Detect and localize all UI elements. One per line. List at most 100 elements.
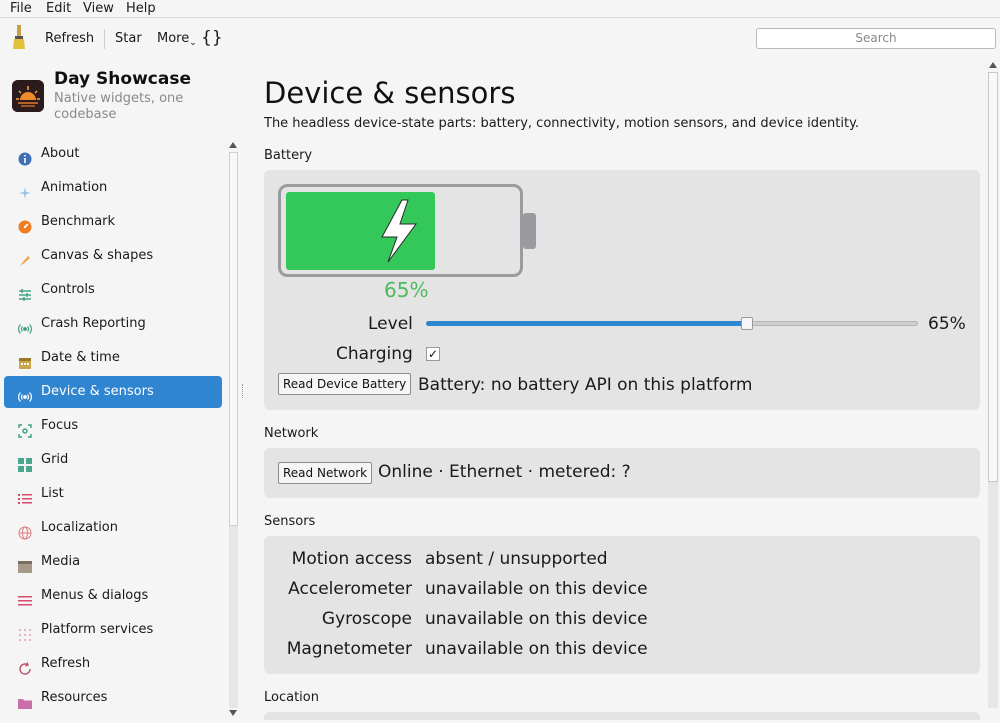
level-label: Level bbox=[368, 314, 413, 334]
sidebar-item-label: Controls bbox=[41, 282, 95, 297]
sidebar-item-label: Media bbox=[41, 554, 81, 569]
star-button[interactable]: Star bbox=[115, 19, 142, 58]
read-network-button[interactable]: Read Network bbox=[278, 462, 373, 484]
sensor-value: absent / unsupported bbox=[425, 549, 608, 569]
app-subtitle: Native widgets, one codebase bbox=[54, 91, 184, 122]
menu-icon bbox=[18, 589, 32, 606]
charging-checkbox[interactable]: ✓ bbox=[426, 347, 440, 361]
app-logo-icon bbox=[12, 80, 44, 112]
network-card: Read Network Online · Ethernet · metered… bbox=[264, 448, 980, 498]
app-title: Day Showcase bbox=[54, 69, 191, 89]
sidebar-item-label: Device & sensors bbox=[41, 384, 154, 399]
page-description: The headless device-state parts: battery… bbox=[264, 116, 860, 131]
scrollbar-thumb[interactable] bbox=[988, 72, 998, 482]
level-slider[interactable] bbox=[426, 317, 918, 330]
menu-help[interactable]: Help bbox=[126, 0, 156, 17]
sidebar-item-animation[interactable]: Animation bbox=[4, 172, 222, 204]
sidebar-item-label: Focus bbox=[41, 418, 79, 433]
sensor-value: unavailable on this device bbox=[425, 639, 648, 659]
focus-icon bbox=[18, 419, 32, 438]
sidebar-item-menus-dialogs[interactable]: Menus & dialogs bbox=[4, 580, 222, 612]
sidebar-item-label: Menus & dialogs bbox=[41, 588, 149, 603]
sidebar-item-controls[interactable]: Controls bbox=[4, 274, 222, 306]
sparkle-icon bbox=[18, 181, 32, 199]
scroll-up-arrow-icon[interactable] bbox=[989, 62, 997, 68]
sidebar: Day Showcase Native widgets, one codebas… bbox=[0, 60, 240, 720]
sidebar-item-label: About bbox=[41, 146, 80, 161]
battery-fill bbox=[286, 192, 435, 270]
read-device-battery-button[interactable]: Read Device Battery bbox=[278, 373, 412, 395]
sensor-value: unavailable on this device bbox=[425, 579, 648, 599]
menu-bar: File Edit View Help bbox=[0, 0, 1000, 18]
sliders-icon bbox=[18, 283, 32, 301]
sensors-card: Motion access absent / unsupported Accel… bbox=[264, 536, 980, 674]
sidebar-item-label: Canvas & shapes bbox=[41, 248, 154, 263]
level-slider-fill bbox=[426, 321, 746, 326]
sidebar-item-label: Animation bbox=[41, 180, 108, 195]
menu-edit[interactable]: Edit bbox=[46, 0, 71, 17]
sidebar-item-label: Grid bbox=[41, 452, 69, 467]
refresh-button[interactable]: Refresh bbox=[45, 19, 94, 58]
battery-percent-label: 65% bbox=[384, 278, 429, 302]
level-slider-thumb[interactable] bbox=[741, 317, 753, 330]
sidebar-item-label: Localization bbox=[41, 520, 118, 535]
sensor-name: Magnetometer bbox=[286, 639, 412, 659]
location-section-title: Location bbox=[264, 690, 319, 705]
broom-icon[interactable] bbox=[12, 25, 26, 51]
broadcast-icon bbox=[18, 385, 32, 402]
globe-icon bbox=[18, 521, 32, 540]
sidebar-item-label: Refresh bbox=[41, 656, 91, 671]
sidebar-item-media[interactable]: Media bbox=[4, 546, 222, 578]
sidebar-item-device-sensors[interactable]: Device & sensors bbox=[4, 376, 222, 408]
sidebar-item-list[interactable]: List bbox=[4, 478, 222, 510]
scrollbar-thumb[interactable] bbox=[229, 152, 238, 526]
sidebar-item-crash-reporting[interactable]: Crash Reporting bbox=[4, 308, 222, 340]
network-section-title: Network bbox=[264, 426, 319, 441]
battery-card: 65% Level 65% Charging ✓ Read Device Bat… bbox=[264, 170, 980, 410]
sensors-section-title: Sensors bbox=[264, 514, 316, 529]
sidebar-item-grid[interactable]: Grid bbox=[4, 444, 222, 476]
location-card bbox=[264, 712, 980, 720]
sensor-value: unavailable on this device bbox=[425, 609, 648, 629]
sidebar-item-platform-services[interactable]: Platform services bbox=[4, 614, 222, 646]
sensor-name: Motion access bbox=[291, 549, 412, 569]
more-button[interactable]: More⌄ bbox=[157, 19, 197, 60]
sidebar-item-label: Resources bbox=[41, 690, 108, 705]
main-content: Device & sensors The headless device-sta… bbox=[244, 60, 984, 720]
sidebar-item-focus[interactable]: Focus bbox=[4, 410, 222, 442]
chevron-down-icon: ⌄ bbox=[189, 38, 197, 48]
dots-grid-icon bbox=[18, 623, 32, 641]
sidebar-item-about[interactable]: About bbox=[4, 138, 222, 170]
battery-status: Battery: no battery API on this platform bbox=[418, 375, 753, 395]
scroll-down-arrow-icon[interactable] bbox=[229, 710, 237, 716]
sensor-name: Accelerometer bbox=[288, 579, 412, 599]
battery-graphic bbox=[278, 184, 538, 284]
calendar-icon bbox=[18, 351, 32, 369]
gauge-icon bbox=[18, 215, 32, 234]
charging-label: Charging bbox=[336, 344, 413, 364]
toolbar-separator bbox=[104, 29, 105, 49]
scroll-up-arrow-icon[interactable] bbox=[229, 142, 237, 148]
broadcast-icon bbox=[18, 317, 32, 334]
folder-icon bbox=[18, 691, 32, 709]
refresh-icon bbox=[18, 657, 32, 675]
sidebar-item-resources[interactable]: Resources bbox=[4, 682, 222, 714]
sidebar-item-canvas-shapes[interactable]: Canvas & shapes bbox=[4, 240, 222, 272]
sidebar-item-date-time[interactable]: Date & time bbox=[4, 342, 222, 374]
sidebar-item-refresh[interactable]: Refresh bbox=[4, 648, 222, 680]
sidebar-item-localization[interactable]: Localization bbox=[4, 512, 222, 544]
main-scrollbar[interactable] bbox=[986, 60, 1000, 720]
brush-icon bbox=[18, 249, 32, 266]
json-braces-button[interactable]: {} bbox=[201, 19, 223, 58]
level-value: 65% bbox=[928, 314, 966, 334]
battery-section-title: Battery bbox=[264, 148, 313, 163]
menu-file[interactable]: File bbox=[10, 0, 32, 17]
sidebar-scrollbar[interactable] bbox=[227, 138, 239, 720]
search-input[interactable]: Search bbox=[756, 28, 996, 49]
sidebar-item-benchmark[interactable]: Benchmark bbox=[4, 206, 222, 238]
network-status: Online · Ethernet · metered: ? bbox=[378, 462, 631, 482]
grid-icon bbox=[18, 453, 32, 472]
sidebar-item-label: List bbox=[41, 486, 64, 501]
menu-view[interactable]: View bbox=[83, 0, 114, 17]
sidebar-item-label: Date & time bbox=[41, 350, 120, 365]
